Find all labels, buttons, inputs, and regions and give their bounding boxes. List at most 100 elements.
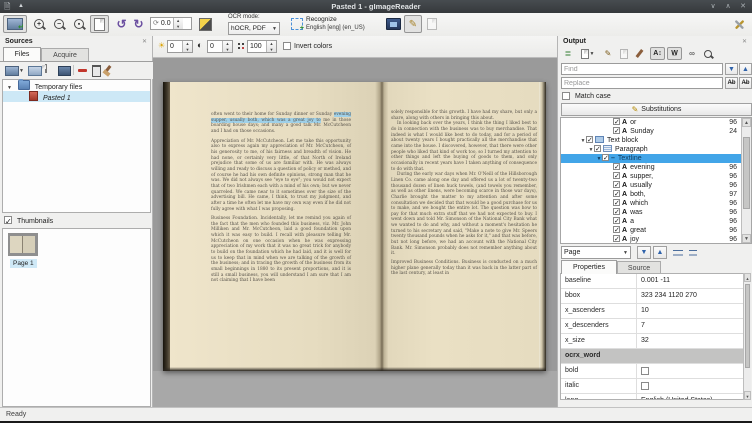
invert-colors-checkbox[interactable] — [283, 42, 291, 50]
tree-scrollbar[interactable]: ▲ ▼ — [741, 118, 751, 243]
navigate-next-button[interactable]: ▼ — [637, 246, 651, 259]
image-controls-button[interactable] — [196, 15, 214, 33]
word-checkbox[interactable] — [613, 208, 620, 215]
scroll-down-icon[interactable]: ▼ — [742, 234, 751, 243]
resolution-spinbox[interactable]: 100 ▲▼ — [247, 40, 277, 53]
zoom-preview-icon[interactable] — [701, 47, 715, 60]
ocr-word-row[interactable]: Asupper,96 — [561, 172, 741, 181]
tab-acquire[interactable]: Acquire — [41, 48, 89, 62]
ocr-block-row[interactable]: ▼Text block — [561, 136, 741, 145]
word-checkbox[interactable] — [613, 199, 620, 206]
rotation-spinbox[interactable]: ⟳0.0 ▲▼ — [150, 17, 192, 30]
rotate-left-button[interactable]: ↺ — [113, 15, 130, 33]
ocr-word-row[interactable]: ASunday24 — [561, 127, 741, 136]
ocr-word-row[interactable]: Ausually96 — [561, 181, 741, 190]
property-row[interactable]: bbox323 234 1120 270 — [561, 289, 744, 304]
ocr-mode-combo[interactable]: hOCR, PDF ▼ — [228, 22, 280, 35]
property-row[interactable]: x_size32 — [561, 334, 744, 349]
scrollbar-thumb[interactable] — [743, 137, 750, 209]
rotation-spin-buttons[interactable]: ▲▼ — [173, 18, 183, 29]
property-row[interactable]: x_descenders7 — [561, 319, 744, 334]
scroll-down-icon[interactable]: ▼ — [744, 391, 751, 400]
italic-checkbox[interactable] — [641, 382, 649, 390]
word-checkbox[interactable] — [613, 163, 620, 170]
infinity-icon[interactable]: ∞ — [685, 47, 699, 60]
property-row[interactable]: baseline0.001 -11 — [561, 274, 744, 289]
ocr-paragraph-row[interactable]: ▼Paragraph — [561, 145, 741, 154]
add-folder-icon[interactable] — [28, 66, 42, 76]
configure-button[interactable] — [730, 15, 748, 33]
close-icon[interactable]: ✕ — [736, 0, 750, 13]
navigate-prev-button[interactable]: ▲ — [653, 246, 667, 259]
output-pane-button[interactable] — [384, 15, 402, 33]
property-row-italic[interactable]: italic — [561, 379, 744, 394]
tab-properties[interactable]: Properties — [561, 260, 617, 274]
add-images-icon[interactable] — [5, 66, 19, 76]
zoom-original-button[interactable]: ▪ — [70, 15, 88, 33]
brightness-spinbox[interactable]: 0 ▲▼ — [167, 40, 193, 53]
image-canvas[interactable]: often went to their home for Sunday dinn… — [153, 58, 557, 407]
book-photo[interactable]: often went to their home for Sunday dinn… — [163, 82, 546, 371]
add-images-dropdown-icon[interactable]: ▼ — [19, 68, 24, 74]
word-checkbox[interactable] — [613, 217, 620, 224]
scrollbar-thumb[interactable] — [745, 284, 750, 368]
ocr-word-row[interactable]: Aa96 — [561, 217, 741, 226]
find-input[interactable] — [561, 63, 723, 75]
word-checkbox[interactable] — [613, 118, 620, 125]
preview-document-icon[interactable] — [617, 47, 631, 60]
page-thumbnail-label[interactable]: Page 1 — [10, 259, 37, 268]
sources-file-row[interactable]: Pasted 1 — [3, 91, 150, 102]
ocr-word-row[interactable]: Awas96 — [561, 208, 741, 217]
replace-input[interactable] — [561, 77, 723, 89]
navigation-target-combo[interactable]: Page ▼ — [561, 246, 631, 259]
block-checkbox[interactable] — [586, 136, 593, 143]
proofread-icon[interactable]: ✎ — [601, 47, 615, 60]
ocr-word-row[interactable]: Agreat96 — [561, 226, 741, 235]
delete-source-icon[interactable] — [92, 65, 101, 77]
maximize-icon[interactable]: ∧ — [721, 0, 735, 13]
word-checkbox[interactable] — [613, 235, 620, 242]
open-image-button[interactable]: ↵ — [3, 15, 27, 33]
substitutions-button[interactable]: ✎ Substitutions — [561, 103, 752, 116]
page-thumbnail[interactable] — [8, 233, 38, 256]
bold-checkbox[interactable] — [641, 367, 649, 375]
scroll-up-icon[interactable]: ▲ — [744, 273, 751, 282]
word-checkbox[interactable] — [613, 127, 620, 134]
hocr-tree[interactable]: Aor96 ASunday24 ▼Text block ▼Paragraph ▼… — [560, 117, 752, 244]
rotate-right-button[interactable]: ↻ — [130, 15, 147, 33]
zoom-fit-button[interactable] — [90, 15, 109, 33]
recognize-button[interactable]: + Recognize English [eng] (en_US) — [288, 15, 380, 33]
collapse-all-button[interactable] — [689, 248, 697, 259]
ocr-word-row[interactable]: Awhich96 — [561, 199, 741, 208]
word-checkbox[interactable] — [613, 181, 620, 188]
textline-checkbox[interactable] — [602, 154, 609, 161]
match-case-checkbox[interactable] — [562, 92, 570, 100]
wconf-toggle-icon[interactable]: W̲ — [667, 47, 682, 60]
replace-button[interactable]: A̶b — [725, 77, 738, 89]
shade-icon[interactable]: ▲ — [18, 2, 28, 11]
scroll-up-icon[interactable]: ▲ — [742, 118, 751, 127]
expand-all-button[interactable] — [673, 248, 683, 259]
screenshot-icon[interactable] — [58, 66, 71, 76]
thumbnails-toggle[interactable]: Thumbnails — [4, 216, 53, 228]
find-next-button[interactable]: ▼ — [725, 63, 738, 75]
sources-folder-row[interactable]: ▼ Temporary files — [3, 80, 150, 91]
ocr-word-row[interactable]: Aor96 — [561, 118, 741, 127]
minimize-icon[interactable]: ∨ — [706, 0, 720, 13]
remove-source-icon[interactable] — [78, 69, 87, 72]
properties-scrollbar[interactable]: ▲ ▼ — [743, 273, 751, 400]
ocr-word-row[interactable]: Aboth,97 — [561, 190, 741, 199]
replace-all-button[interactable]: A̶b — [739, 77, 752, 89]
paragraph-checkbox[interactable] — [594, 145, 601, 152]
tab-files[interactable]: Files — [3, 47, 41, 61]
clear-output-icon[interactable] — [632, 47, 646, 60]
zoom-in-button[interactable]: + — [30, 15, 48, 33]
output-close-icon[interactable]: ✕ — [742, 38, 747, 45]
ocr-word-row[interactable]: Aevening96 — [561, 163, 741, 172]
zoom-out-button[interactable]: − — [50, 15, 68, 33]
property-row-bold[interactable]: bold — [561, 364, 744, 379]
thumbnails-checkbox[interactable] — [4, 216, 12, 224]
word-checkbox[interactable] — [613, 172, 620, 179]
lang-combo[interactable]: English (United States)▼ — [637, 394, 744, 400]
paste-source-icon[interactable] — [45, 64, 47, 73]
